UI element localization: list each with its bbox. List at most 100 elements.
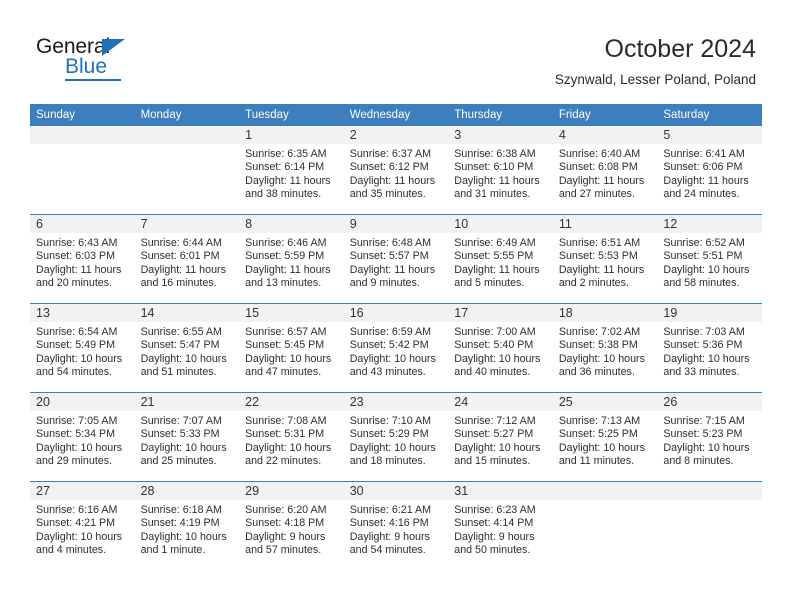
day-cell[interactable]: 22 Sunrise: 7:08 AM Sunset: 5:31 PM Dayl…: [239, 392, 344, 482]
sunset-text: Sunset: 5:57 PM: [349, 250, 429, 263]
day-number: [134, 126, 240, 144]
day-details: Sunrise: 7:10 AM Sunset: 5:29 PM Dayligh…: [344, 411, 449, 469]
day-cell[interactable]: 16 Sunrise: 6:59 AM Sunset: 5:42 PM Dayl…: [343, 303, 449, 393]
daylight-text-line1: Daylight: 10 hours: [36, 352, 123, 365]
sunrise-text: Sunrise: 6:59 AM: [349, 326, 432, 338]
sunrise-text: Sunrise: 7:12 AM: [454, 415, 536, 427]
daylight-text-line2: and 4 minutes.: [36, 544, 107, 557]
day-number: 9: [343, 215, 449, 233]
daylight-text-line2: and 11 minutes.: [558, 455, 635, 468]
day-cell[interactable]: 5 Sunrise: 6:41 AM Sunset: 6:06 PM Dayli…: [657, 126, 762, 215]
sunrise-text: Sunrise: 6:35 AM: [245, 148, 327, 160]
day-cell[interactable]: 18 Sunrise: 7:02 AM Sunset: 5:38 PM Dayl…: [552, 303, 658, 393]
day-cell[interactable]: [552, 481, 658, 570]
day-cell[interactable]: 30 Sunrise: 6:21 AM Sunset: 4:16 PM Dayl…: [343, 481, 449, 570]
day-number: 29: [239, 482, 344, 500]
day-number: 27: [30, 482, 135, 500]
daylight-text-line2: and 27 minutes.: [558, 188, 635, 201]
daylight-text-line2: and 2 minutes.: [558, 277, 629, 290]
sunrise-text: Sunrise: 6:41 AM: [663, 148, 745, 160]
daylight-text-line2: and 31 minutes.: [454, 188, 531, 201]
day-cell[interactable]: 12 Sunrise: 6:52 AM Sunset: 5:51 PM Dayl…: [657, 214, 762, 304]
day-number: 28: [134, 482, 240, 500]
daylight-text-line2: and 57 minutes.: [245, 544, 322, 557]
day-details: Sunrise: 6:48 AM Sunset: 5:57 PM Dayligh…: [344, 233, 449, 291]
daylight-text-line1: Daylight: 11 hours: [558, 174, 645, 187]
sunrise-text: Sunrise: 7:00 AM: [454, 326, 536, 338]
day-cell[interactable]: 6 Sunrise: 6:43 AM Sunset: 6:03 PM Dayli…: [30, 214, 135, 304]
day-cell[interactable]: 19 Sunrise: 7:03 AM Sunset: 5:36 PM Dayl…: [657, 303, 762, 393]
daylight-text-line2: and 8 minutes.: [663, 455, 734, 468]
calendar-week-row: 1 Sunrise: 6:35 AM Sunset: 6:14 PM Dayli…: [30, 126, 762, 215]
day-number: 22: [239, 393, 344, 411]
daylight-text-line1: Daylight: 10 hours: [349, 352, 436, 365]
sunset-text: Sunset: 6:03 PM: [36, 250, 116, 263]
logo-text-blue: Blue: [65, 55, 108, 78]
daylight-text-line1: Daylight: 11 hours: [245, 174, 331, 187]
sunrise-text: Sunrise: 6:46 AM: [245, 237, 327, 249]
daylight-text-line2: and 25 minutes.: [140, 455, 217, 468]
sunrise-text: Sunrise: 6:18 AM: [140, 504, 222, 516]
daylight-text-line2: and 15 minutes.: [454, 455, 531, 468]
day-cell[interactable]: [30, 126, 135, 215]
day-cell[interactable]: 7 Sunrise: 6:44 AM Sunset: 6:01 PM Dayli…: [134, 214, 240, 304]
day-details: Sunrise: 6:40 AM Sunset: 6:08 PM Dayligh…: [553, 144, 658, 202]
daylight-text-line1: Daylight: 11 hours: [245, 263, 331, 276]
sunrise-text: Sunrise: 6:21 AM: [349, 504, 432, 516]
day-cell[interactable]: 13 Sunrise: 6:54 AM Sunset: 5:49 PM Dayl…: [30, 303, 135, 393]
day-number: 21: [134, 393, 240, 411]
sunset-text: Sunset: 5:33 PM: [140, 428, 220, 441]
day-details: [30, 144, 135, 148]
day-number: 6: [30, 215, 135, 233]
day-cell[interactable]: 28 Sunrise: 6:18 AM Sunset: 4:19 PM Dayl…: [134, 481, 240, 570]
day-cell[interactable]: 14 Sunrise: 6:55 AM Sunset: 5:47 PM Dayl…: [134, 303, 240, 393]
day-cell[interactable]: 20 Sunrise: 7:05 AM Sunset: 5:34 PM Dayl…: [30, 392, 135, 482]
day-cell[interactable]: 21 Sunrise: 7:07 AM Sunset: 5:33 PM Dayl…: [134, 392, 240, 482]
day-cell[interactable]: 26 Sunrise: 7:15 AM Sunset: 5:23 PM Dayl…: [657, 392, 762, 482]
page-subtitle: Szynwald, Lesser Poland, Poland: [554, 72, 756, 87]
day-cell[interactable]: 3 Sunrise: 6:38 AM Sunset: 6:10 PM Dayli…: [448, 126, 553, 215]
day-number: [552, 482, 658, 500]
sunset-text: Sunset: 4:21 PM: [36, 517, 116, 530]
day-details: [553, 500, 658, 504]
logo-underline: [65, 79, 121, 81]
daylight-text-line1: Daylight: 10 hours: [349, 441, 436, 454]
sunrise-text: Sunrise: 7:15 AM: [663, 415, 745, 427]
daylight-text-line2: and 29 minutes.: [36, 455, 113, 468]
sunset-text: Sunset: 6:06 PM: [663, 161, 743, 174]
day-number: 25: [552, 393, 658, 411]
day-cell[interactable]: 25 Sunrise: 7:13 AM Sunset: 5:25 PM Dayl…: [552, 392, 658, 482]
day-details: Sunrise: 6:23 AM Sunset: 4:14 PM Dayligh…: [448, 500, 553, 558]
calendar-table: Sunday Monday Tuesday Wednesday Thursday…: [30, 104, 762, 570]
day-cell[interactable]: 17 Sunrise: 7:00 AM Sunset: 5:40 PM Dayl…: [448, 303, 553, 393]
day-cell[interactable]: 1 Sunrise: 6:35 AM Sunset: 6:14 PM Dayli…: [239, 126, 344, 215]
sunset-text: Sunset: 4:18 PM: [245, 517, 325, 530]
day-cell[interactable]: 11 Sunrise: 6:51 AM Sunset: 5:53 PM Dayl…: [552, 214, 658, 304]
day-cell[interactable]: [134, 126, 240, 215]
sunrise-text: Sunrise: 7:08 AM: [245, 415, 327, 427]
day-cell[interactable]: 23 Sunrise: 7:10 AM Sunset: 5:29 PM Dayl…: [343, 392, 449, 482]
day-cell[interactable]: 31 Sunrise: 6:23 AM Sunset: 4:14 PM Dayl…: [448, 481, 553, 570]
sunrise-text: Sunrise: 6:23 AM: [454, 504, 536, 516]
daylight-text-line1: Daylight: 10 hours: [36, 530, 123, 543]
page-header: General Blue October 2024 Szynwald, Less…: [0, 0, 792, 104]
day-cell[interactable]: 4 Sunrise: 6:40 AM Sunset: 6:08 PM Dayli…: [552, 126, 658, 215]
daylight-text-line1: Daylight: 10 hours: [245, 352, 332, 365]
day-details: Sunrise: 7:13 AM Sunset: 5:25 PM Dayligh…: [553, 411, 658, 469]
sunrise-text: Sunrise: 6:52 AM: [663, 237, 745, 249]
day-cell[interactable]: 10 Sunrise: 6:49 AM Sunset: 5:55 PM Dayl…: [448, 214, 553, 304]
sunset-text: Sunset: 6:12 PM: [349, 161, 429, 174]
day-number: 30: [343, 482, 449, 500]
day-cell[interactable]: 2 Sunrise: 6:37 AM Sunset: 6:12 PM Dayli…: [343, 126, 449, 215]
sunrise-text: Sunrise: 6:16 AM: [36, 504, 118, 516]
day-cell[interactable]: 8 Sunrise: 6:46 AM Sunset: 5:59 PM Dayli…: [239, 214, 344, 304]
day-cell[interactable]: 24 Sunrise: 7:12 AM Sunset: 5:27 PM Dayl…: [448, 392, 553, 482]
day-cell[interactable]: 15 Sunrise: 6:57 AM Sunset: 5:45 PM Dayl…: [239, 303, 344, 393]
daylight-text-line2: and 22 minutes.: [245, 455, 322, 468]
day-cell[interactable]: 29 Sunrise: 6:20 AM Sunset: 4:18 PM Dayl…: [239, 481, 344, 570]
day-cell[interactable]: 9 Sunrise: 6:48 AM Sunset: 5:57 PM Dayli…: [343, 214, 449, 304]
day-cell[interactable]: 27 Sunrise: 6:16 AM Sunset: 4:21 PM Dayl…: [30, 481, 135, 570]
day-cell[interactable]: [657, 481, 762, 570]
day-number: [30, 126, 135, 144]
day-details: Sunrise: 7:08 AM Sunset: 5:31 PM Dayligh…: [239, 411, 344, 469]
